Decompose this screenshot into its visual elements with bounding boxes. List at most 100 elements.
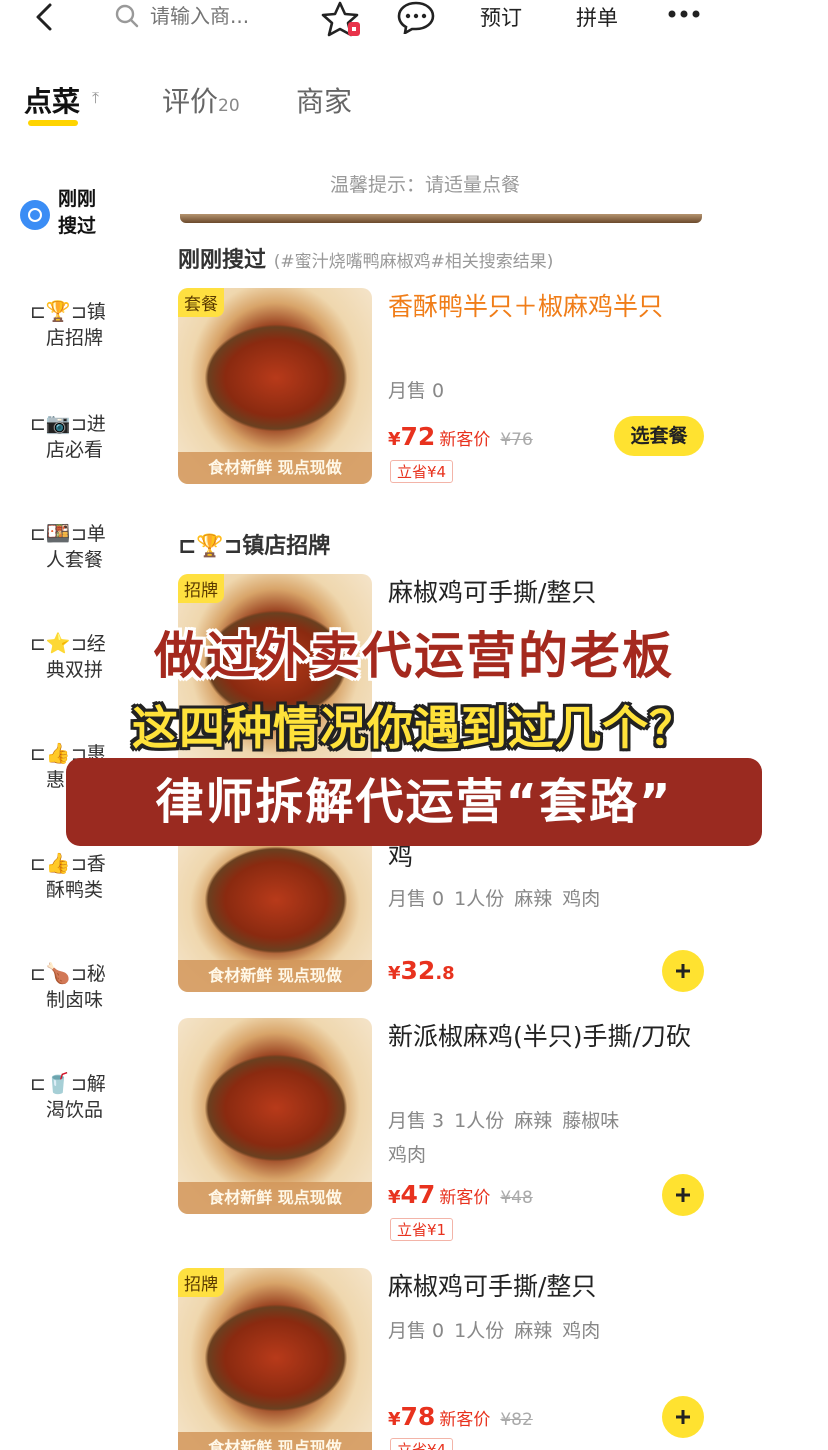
savings-badge: 立省¥4 xyxy=(390,460,454,483)
image-caption: 食材新鲜 现点现做 xyxy=(178,452,372,484)
food-plate xyxy=(196,318,356,438)
monthly-sales: 月售 0 xyxy=(388,380,445,402)
product-name[interactable]: 香酥鸭半只＋椒麻鸡半只 xyxy=(388,286,698,328)
sidebar-item-drinks[interactable]: ⊏🥤⊐解 渴饮品 xyxy=(30,1070,160,1123)
product-image[interactable]: 招牌 食材新鲜 现点现做 xyxy=(178,1268,372,1450)
sidebar-recent-label: 刚刚搜过 xyxy=(58,188,97,237)
sidebar-label-part: ⊐秘 xyxy=(70,963,106,985)
section-title-text: 刚刚搜过 xyxy=(178,248,267,273)
sort-arrow-icon[interactable]: ⤒ xyxy=(92,88,99,108)
search-input[interactable] xyxy=(150,4,300,28)
product-meta: 月售 3 1人份 麻辣 藤椒味 xyxy=(388,1106,629,1133)
bracket-left: ⊏ xyxy=(30,853,46,875)
product-price: ¥78 新客价 ¥82 xyxy=(388,1402,533,1431)
sidebar-label-part: ⊐进 xyxy=(70,413,106,435)
new-customer-label: 新客价 xyxy=(439,430,491,450)
bracket-left: ⊏ xyxy=(30,301,46,323)
product-meta: 月售 0 xyxy=(388,376,454,403)
chat-bubble-icon[interactable] xyxy=(396,0,436,34)
flavor: 麻辣 xyxy=(514,1110,553,1132)
tab-merchant[interactable]: 商家 xyxy=(296,80,352,120)
sidebar-label-part: 店招牌 xyxy=(46,327,104,349)
price-value: 72 xyxy=(400,422,436,451)
bento-icon: 🍱 xyxy=(45,521,71,545)
section-title-signature: ⊏🏆⊐镇店招牌 xyxy=(178,534,331,559)
back-arrow-icon[interactable] xyxy=(30,2,58,32)
monthly-sales: 月售 0 xyxy=(388,1320,445,1342)
price-decimal: .8 xyxy=(435,963,455,984)
product-image[interactable]: 食材新鲜 现点现做 xyxy=(178,1018,372,1214)
drumstick-icon: 🍗 xyxy=(45,961,71,985)
sidebar-item-braised[interactable]: ⊏🍗⊐秘 制卤味 xyxy=(30,960,160,1013)
sidebar-label-part: ⊐镇 xyxy=(70,301,106,323)
portion: 1人份 xyxy=(454,1110,505,1132)
search-bar[interactable] xyxy=(112,0,302,32)
preorder-link[interactable]: 预订 xyxy=(480,2,522,32)
plus-icon xyxy=(676,1410,690,1424)
choose-combo-button[interactable]: 选套餐 xyxy=(614,416,704,456)
new-customer-label: 新客价 xyxy=(439,1410,491,1430)
image-caption: 食材新鲜 现点现做 xyxy=(178,1432,372,1450)
product-price: ¥72 新客价 ¥76 xyxy=(388,422,533,451)
original-price: ¥76 xyxy=(500,430,533,450)
plus-icon xyxy=(676,964,690,978)
trophy-icon: 🏆 xyxy=(45,299,71,323)
top-bar: 预订 拼单 xyxy=(0,0,828,40)
tab-reviews[interactable]: 评价20 xyxy=(162,80,240,120)
add-to-cart-button[interactable] xyxy=(662,1174,704,1216)
product-meta: 月售 0 1人份 麻辣 鸡肉 xyxy=(388,884,610,911)
product-name[interactable]: 麻椒鸡可手撕/整只 xyxy=(388,572,698,614)
food-plate xyxy=(196,1048,356,1168)
price-value: 78 xyxy=(400,1402,436,1431)
product-name[interactable]: 新派椒麻鸡(半只)手撕/刀砍 xyxy=(388,1016,698,1058)
currency-symbol: ¥ xyxy=(388,429,401,450)
camera-icon: 📷 xyxy=(45,411,71,435)
monthly-sales: 月售 3 xyxy=(388,1110,445,1132)
price-value: 47 xyxy=(400,1180,436,1209)
sidebar-item-must-see[interactable]: ⊏📷⊐进 店必看 xyxy=(30,410,160,463)
ingredient: 鸡肉 xyxy=(562,888,601,910)
currency-symbol: ¥ xyxy=(388,963,401,984)
sidebar-label-part: ⊐单 xyxy=(70,523,106,545)
section-title-recent: 刚刚搜过 (#蜜汁烧嘴鸭麻椒鸡#相关搜索结果) xyxy=(178,242,553,274)
tab-active-indicator xyxy=(28,120,78,126)
thumbs-up-icon: 👍 xyxy=(45,851,71,875)
sidebar-item-signature[interactable]: ⊏🏆⊐镇 店招牌 xyxy=(30,298,160,351)
savings-badge: 立省¥1 xyxy=(390,1218,454,1241)
flavor: 麻辣 xyxy=(514,1320,553,1342)
sidebar-item-recent[interactable]: 刚刚搜过 xyxy=(20,186,108,240)
tab-order[interactable]: 点菜 xyxy=(24,80,80,120)
combo-tag: 套餐 xyxy=(178,288,224,317)
sidebar-label-part: 人套餐 xyxy=(46,549,104,571)
product-meta-line2: 鸡肉 xyxy=(388,1144,427,1166)
product-name[interactable]: 麻椒鸡可手撕/整只 xyxy=(388,1266,698,1308)
product-image[interactable]: 套餐 食材新鲜 现点现做 xyxy=(178,288,372,484)
bracket-left: ⊏ xyxy=(30,413,46,435)
overlay-banner: 律师拆解代运营“套路” xyxy=(66,758,762,846)
review-count: 20 xyxy=(218,96,240,116)
add-to-cart-button[interactable] xyxy=(662,950,704,992)
overlay-question: 这四种情况你遇到过几个？ xyxy=(132,701,696,755)
new-customer-label: 新客价 xyxy=(439,1188,491,1208)
original-price: ¥48 xyxy=(500,1188,533,1208)
currency-symbol: ¥ xyxy=(388,1409,401,1430)
price-value: 32 xyxy=(400,956,436,985)
favorite-star-icon[interactable] xyxy=(318,0,362,40)
bracket-left: ⊏ xyxy=(30,1073,46,1095)
product-image[interactable]: 食材新鲜 现点现做 xyxy=(178,836,372,992)
sidebar-label-part: 渴饮品 xyxy=(46,1099,104,1121)
product-price: ¥32.8 xyxy=(388,956,455,985)
tab-reviews-label: 评价 xyxy=(162,85,219,118)
image-caption: 食材新鲜 现点现做 xyxy=(178,960,372,992)
sidebar-label-part: ⊐解 xyxy=(70,1073,106,1095)
sidebar-item-crispy-duck[interactable]: ⊏👍⊐香 酥鸭类 xyxy=(30,850,160,903)
section-subtitle: (#蜜汁烧嘴鸭麻椒鸡#相关搜索结果) xyxy=(273,252,554,272)
sidebar-item-single-meal[interactable]: ⊏🍱⊐单 人套餐 xyxy=(30,520,160,573)
flavor: 藤椒味 xyxy=(562,1110,620,1132)
order-hint: 温馨提示：请适量点餐 xyxy=(330,174,521,196)
more-dots-icon[interactable] xyxy=(666,8,702,20)
product-meta: 月售 0 1人份 麻辣 鸡肉 xyxy=(388,1316,610,1343)
group-order-link[interactable]: 拼单 xyxy=(576,2,618,32)
add-to-cart-button[interactable] xyxy=(662,1396,704,1438)
portion: 1人份 xyxy=(454,1320,505,1342)
